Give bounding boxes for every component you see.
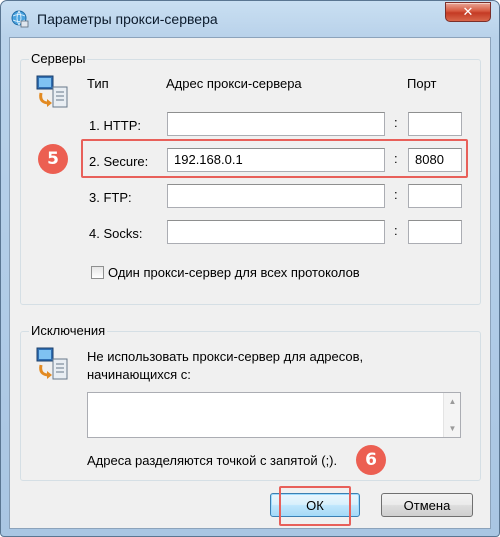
socks-colon: :: [394, 223, 398, 238]
http-label: 1. HTTP:: [89, 118, 142, 133]
step-6-badge: 6: [356, 445, 386, 475]
scroll-down-icon[interactable]: ▼: [444, 420, 461, 437]
socks-port-input[interactable]: [408, 220, 462, 244]
step-5-badge: 5: [38, 144, 68, 174]
proxy-settings-dialog: Параметры прокси-сервера ✕ Серверы Тип А…: [0, 0, 500, 537]
ok-button-highlight: [279, 486, 351, 526]
servers-group: Серверы Тип Адрес прокси-сервера Порт 1.…: [20, 51, 481, 305]
ftp-port-input[interactable]: [408, 184, 462, 208]
ftp-label: 3. FTP:: [89, 190, 132, 205]
same-proxy-checkbox[interactable]: [91, 266, 104, 279]
network-globe-icon: [11, 10, 29, 28]
column-type-header: Тип: [87, 76, 109, 91]
exceptions-hint: Адреса разделяются точкой с запятой (;).: [87, 453, 338, 468]
exceptions-group-title: Исключения: [29, 323, 108, 338]
same-proxy-label[interactable]: Один прокси-сервер для всех протоколов: [108, 265, 360, 280]
exceptions-description: Не использовать прокси-сервер для адресо…: [87, 349, 364, 382]
socks-address-input[interactable]: [167, 220, 385, 244]
http-colon: :: [394, 115, 398, 130]
http-address-input[interactable]: [167, 112, 385, 136]
exceptions-textarea[interactable]: ▲ ▼: [87, 392, 461, 438]
close-button[interactable]: ✕: [445, 2, 491, 22]
socks-label: 4. Socks:: [89, 226, 143, 241]
exceptions-group: Исключения Не использовать прокси-сервер…: [20, 323, 481, 481]
title-bar: Параметры прокси-сервера ✕: [1, 1, 499, 37]
servers-group-title: Серверы: [29, 51, 88, 66]
network-computers-icon: [36, 75, 68, 108]
secure-row-highlight: [81, 139, 468, 178]
column-address-header: Адрес прокси-сервера: [166, 76, 302, 91]
cancel-button[interactable]: Отмена: [381, 493, 473, 517]
ftp-colon: :: [394, 187, 398, 202]
dialog-body: Серверы Тип Адрес прокси-сервера Порт 1.…: [9, 37, 491, 529]
window-title: Параметры прокси-сервера: [37, 11, 218, 27]
network-computers-icon: [36, 347, 68, 380]
close-icon: ✕: [462, 4, 474, 19]
scroll-up-icon[interactable]: ▲: [444, 393, 461, 410]
exceptions-scrollbar[interactable]: ▲ ▼: [443, 393, 460, 437]
ftp-address-input[interactable]: [167, 184, 385, 208]
http-port-input[interactable]: [408, 112, 462, 136]
column-port-header: Порт: [407, 76, 437, 91]
